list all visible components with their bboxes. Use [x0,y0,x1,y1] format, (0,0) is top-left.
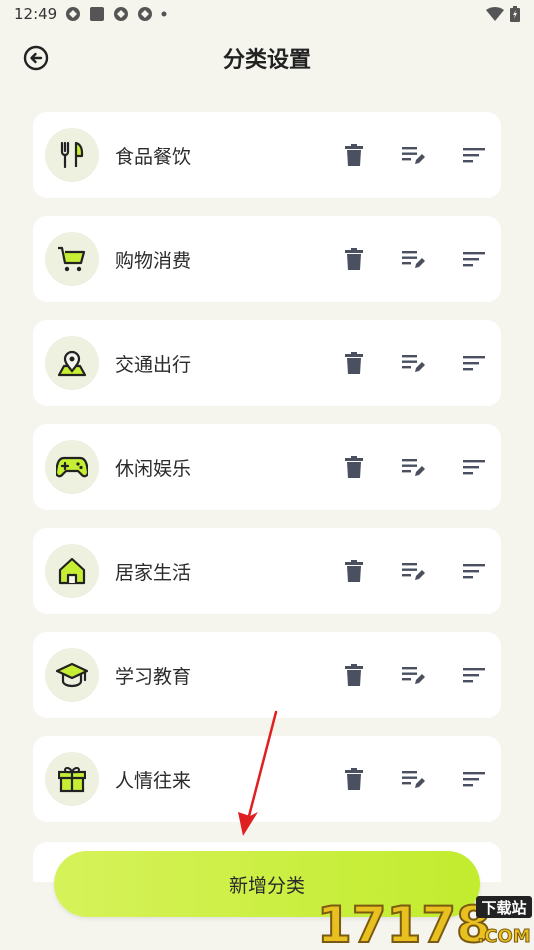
app-notification-icon [138,7,153,21]
sort-handle-button[interactable] [459,660,489,690]
category-label: 交通出行 [115,353,192,376]
delete-button[interactable] [339,452,369,482]
page-title: 分类设置 [222,48,311,73]
home-icon [58,557,86,585]
gift-icon [58,766,86,793]
watermark-tag: 下载站 [481,899,526,917]
sort-icon [463,668,485,683]
utensils-icon [60,141,84,169]
delete-button[interactable] [339,660,369,690]
edit-button[interactable] [399,660,429,690]
edit-list-icon [402,667,425,684]
back-button[interactable] [22,44,50,72]
category-item[interactable]: 人情往来 [33,736,501,822]
edit-button[interactable] [399,764,429,794]
category-item[interactable]: 居家生活 [33,528,501,614]
category-item[interactable]: 休闲娱乐 [33,424,501,510]
trash-icon [345,144,363,166]
watermark-logo: 17178 下载站 .COM [316,895,532,950]
category-item[interactable]: 学习教育 [33,632,501,718]
sort-handle-button[interactable] [459,764,489,794]
sort-handle-button[interactable] [459,348,489,378]
category-list: 食品餐饮 购物消费 交通出行 休闲娱乐 居家生活 学习教育 人情往来 [33,112,501,840]
sort-icon [463,772,485,787]
cart-icon [58,246,86,272]
sort-handle-button[interactable] [459,556,489,586]
category-icon-circle [45,336,99,390]
edit-button[interactable] [399,140,429,170]
header: 分类设置 [0,34,534,82]
trash-icon [345,560,363,582]
wifi-icon [486,7,504,21]
watermark-digits: 17178 [317,896,491,950]
app-notification-icon [90,7,105,21]
delete-button[interactable] [339,556,369,586]
sort-handle-button[interactable] [459,140,489,170]
category-label: 购物消费 [115,249,192,272]
status-time: 12:49 [14,5,58,23]
category-icon-circle [45,544,99,598]
app-notification-icon [114,7,129,21]
sort-icon [463,148,485,163]
app-notification-icon [66,7,81,21]
edit-button[interactable] [399,452,429,482]
delete-button[interactable] [339,140,369,170]
category-label: 学习教育 [115,665,192,688]
sort-handle-button[interactable] [459,452,489,482]
category-icon-circle [45,232,99,286]
sort-icon [463,356,485,371]
category-label: 人情往来 [115,769,192,792]
sort-icon [463,564,485,579]
category-item[interactable]: 交通出行 [33,320,501,406]
category-icon-circle [45,752,99,806]
sort-icon [463,252,485,267]
trash-icon [345,456,363,478]
sort-handle-button[interactable] [459,244,489,274]
back-arrow-icon [23,45,49,71]
category-icon-circle [45,440,99,494]
edit-button[interactable] [399,244,429,274]
graduation-cap-icon [56,662,88,688]
edit-button[interactable] [399,348,429,378]
watermark-domain: .COM [477,926,530,947]
edit-list-icon [402,147,425,164]
delete-button[interactable] [339,764,369,794]
status-bar: 12:49 [0,0,534,28]
edit-list-icon [402,771,425,788]
category-item[interactable]: 食品餐饮 [33,112,501,198]
edit-button[interactable] [399,556,429,586]
edit-list-icon [402,355,425,372]
edit-list-icon [402,459,425,476]
category-label: 休闲娱乐 [115,457,192,480]
category-icon-circle [45,648,99,702]
trash-icon [345,248,363,270]
edit-list-icon [402,563,425,580]
sort-icon [463,460,485,475]
category-label: 居家生活 [115,561,192,584]
more-notifications-dot-icon [161,11,167,17]
battery-icon [510,6,520,22]
category-label: 食品餐饮 [115,145,192,168]
delete-button[interactable] [339,244,369,274]
trash-icon [345,352,363,374]
category-item[interactable]: 购物消费 [33,216,501,302]
gamepad-icon [56,456,88,478]
category-icon-circle [45,128,99,182]
add-category-label: 新增分类 [228,874,305,897]
delete-button[interactable] [339,348,369,378]
trash-icon [345,768,363,790]
edit-list-icon [402,251,425,268]
location-icon [57,350,87,377]
trash-icon [345,664,363,686]
